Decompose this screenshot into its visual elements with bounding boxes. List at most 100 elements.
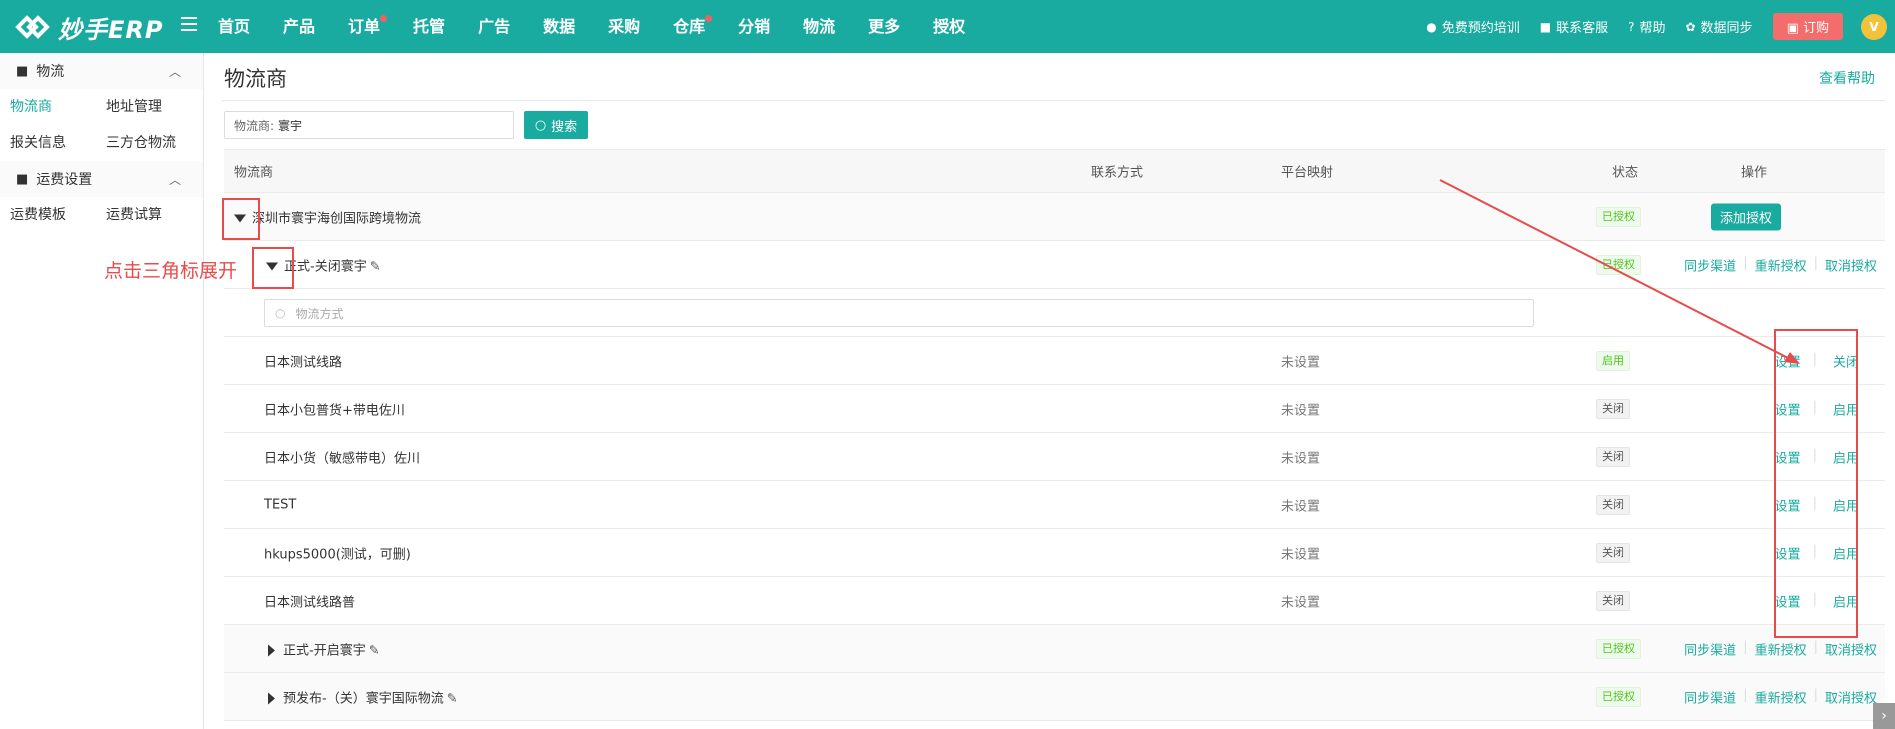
status-badge: 已授权 (1596, 254, 1641, 275)
divider (222, 100, 1885, 101)
account-row: 预发布-（关）寰宇国际物流 ✎ 已授权 同步渠道 | 重新授权 | 取消授权 (224, 673, 1885, 721)
app-logo[interactable]: 妙手ERP (14, 10, 163, 44)
annotation-text: 点击三角标展开 (104, 260, 238, 282)
notification-dot (705, 15, 713, 22)
truck-icon: ■ (16, 63, 29, 79)
search-icon: ○ (275, 306, 286, 320)
nav-item-ads[interactable]: 广告 (478, 0, 510, 53)
search-icon: ○ (534, 117, 547, 133)
top-bar: 妙手ERP 首页 产品 订单 托管 广告 数据 采购 仓库 分销 物流 更多 授… (0, 0, 1895, 53)
chevron-up-icon: ︿ (168, 65, 181, 79)
annotation-box-provider-triangle (222, 198, 260, 240)
status-badge: 关闭 (1596, 398, 1630, 419)
sidebar-item-customs[interactable]: 报关信息 (10, 125, 106, 161)
order-button[interactable]: ▣ 订购 (1772, 13, 1843, 40)
table-row: 日本测试线路 未设置 启用 设置 | 关闭 (224, 337, 1885, 385)
annotation-box-toggle-column (1774, 329, 1858, 638)
page-title: 物流商 (224, 67, 287, 91)
status-badge: 已授权 (1596, 206, 1641, 227)
header-links: ● 免费预约培训 ■ 联系客服 ? 帮助 ✿ 数据同步 ▣ 订购 V (1426, 0, 1895, 53)
status-badge: 关闭 (1596, 446, 1630, 467)
reauthorize-link[interactable]: 重新授权 (1755, 255, 1807, 274)
support-link[interactable]: ■ 联系客服 (1540, 17, 1608, 37)
sync-channel-link[interactable]: 同步渠道 (1684, 255, 1736, 274)
sidebar: ■ 物流 ︿ 物流商 地址管理 报关信息 三方仓物流 ■ 运费设置 ︿ 运费模板… (0, 53, 204, 729)
sync-link[interactable]: ✿ 数据同步 (1685, 17, 1752, 37)
table-header: 物流商 联系方式 平台映射 状态 操作 (224, 149, 1885, 193)
col-contact: 联系方式 (1091, 165, 1144, 181)
logo-icon (15, 15, 50, 39)
sidebar-item-freight-template[interactable]: 运费模板 (10, 197, 106, 233)
nav-item-authorize[interactable]: 授权 (933, 0, 965, 53)
annotation-box-account-triangle (252, 247, 294, 289)
training-link[interactable]: ● 免费预约培训 (1426, 17, 1520, 37)
cancel-auth-link[interactable]: 取消授权 (1825, 255, 1877, 274)
logo-text: 妙手ERP (58, 15, 164, 44)
nav-item-orders[interactable]: 订单 (348, 0, 388, 53)
nav-item-home[interactable]: 首页 (218, 0, 250, 53)
table-row: hkups5000(测试，可删) 未设置 关闭 设置 | 启用 (224, 529, 1885, 577)
help-link[interactable]: ? 帮助 (1628, 17, 1665, 37)
col-provider: 物流商 (234, 165, 274, 181)
edit-icon[interactable]: ✎ (369, 643, 380, 658)
table-row: TEST 未设置 关闭 设置 | 启用 (224, 481, 1885, 529)
reauthorize-link[interactable]: 重新授权 (1755, 687, 1807, 706)
status-badge: 启用 (1596, 350, 1630, 371)
edit-icon[interactable]: ✎ (370, 259, 381, 274)
nav-item-warehouse[interactable]: 仓库 (673, 0, 713, 53)
nav-item-more[interactable]: 更多 (868, 0, 900, 53)
status-badge: 关闭 (1596, 494, 1630, 515)
table-row: 日本测试线路普 未设置 关闭 设置 | 启用 (224, 577, 1885, 625)
status-badge: 关闭 (1596, 542, 1630, 563)
col-mapping: 平台映射 (1281, 165, 1334, 181)
expand-triangle-icon[interactable] (268, 692, 275, 705)
account-row: 正式-开启寰宇 ✎ 已授权 同步渠道 | 重新授权 | 取消授权 (224, 625, 1885, 673)
expand-triangle-icon[interactable] (268, 644, 275, 657)
main-content: 物流商 查看帮助 物流商: 寰宇 ○ 搜索 物流商 联系方式 平台映射 状态 操… (204, 53, 1895, 729)
account-row: 正式-关闭寰宇 ✎ 已授权 同步渠道 | 重新授权 | 取消授权 (224, 241, 1885, 289)
nav-item-data[interactable]: 数据 (543, 0, 575, 53)
status-badge: 已授权 (1596, 638, 1641, 659)
col-status: 状态 (1612, 165, 1639, 181)
sidebar-group-logistics[interactable]: ■ 物流 ︿ (0, 53, 203, 89)
provider-row: 深圳市寰宇海创国际跨境物流 已授权 添加授权 (224, 193, 1885, 241)
sync-channel-link[interactable]: 同步渠道 (1684, 639, 1736, 658)
search-button[interactable]: ○ 搜索 (524, 111, 588, 139)
avatar[interactable]: V (1861, 13, 1887, 40)
nav-item-products[interactable]: 产品 (283, 0, 315, 53)
sidebar-item-3pl[interactable]: 三方仓物流 (106, 125, 202, 161)
method-search-row: ○ 物流方式 (224, 289, 1885, 337)
view-help-link[interactable]: 查看帮助 (1819, 68, 1875, 88)
cancel-auth-link[interactable]: 取消授权 (1825, 687, 1877, 706)
sync-icon: ✿ (1685, 19, 1696, 34)
sidebar-item-providers[interactable]: 物流商 (10, 89, 106, 125)
chat-icon: ● (1426, 19, 1437, 34)
question-icon: ? (1628, 19, 1635, 34)
chevron-up-icon: ︿ (168, 173, 181, 187)
method-search-input[interactable]: ○ 物流方式 (264, 299, 1534, 327)
add-auth-button[interactable]: 添加授权 (1711, 203, 1782, 230)
provider-table: 物流商 联系方式 平台映射 状态 操作 深圳市寰宇海创国际跨境物流 已授权 添加… (224, 149, 1885, 721)
nav-item-hosting[interactable]: 托管 (413, 0, 445, 53)
nav-item-distribution[interactable]: 分销 (738, 0, 770, 53)
provider-search-input[interactable]: 物流商: 寰宇 (224, 111, 514, 139)
truck-icon: ■ (16, 171, 29, 187)
edit-icon[interactable]: ✎ (447, 691, 458, 706)
menu-toggle-icon[interactable] (181, 17, 197, 33)
status-badge: 已授权 (1596, 686, 1641, 707)
reauthorize-link[interactable]: 重新授权 (1755, 639, 1807, 658)
col-ops: 操作 (1741, 165, 1768, 181)
notification-dot (380, 15, 388, 22)
sidebar-item-address[interactable]: 地址管理 (106, 89, 202, 125)
main-nav: 首页 产品 订单 托管 广告 数据 采购 仓库 分销 物流 更多 授权 (218, 0, 998, 53)
nav-item-purchase[interactable]: 采购 (608, 0, 640, 53)
nav-item-logistics[interactable]: 物流 (803, 0, 835, 53)
sidebar-group-freight[interactable]: ■ 运费设置 ︿ (0, 161, 203, 197)
sync-channel-link[interactable]: 同步渠道 (1684, 687, 1736, 706)
scroll-right-button[interactable]: › (1873, 703, 1895, 729)
status-badge: 关闭 (1596, 590, 1630, 611)
sidebar-item-freight-calc[interactable]: 运费试算 (106, 197, 202, 233)
bag-icon: ▣ (1786, 21, 1803, 36)
table-row: 日本小包普货+带电佐川 未设置 关闭 设置 | 启用 (224, 385, 1885, 433)
cancel-auth-link[interactable]: 取消授权 (1825, 639, 1877, 658)
